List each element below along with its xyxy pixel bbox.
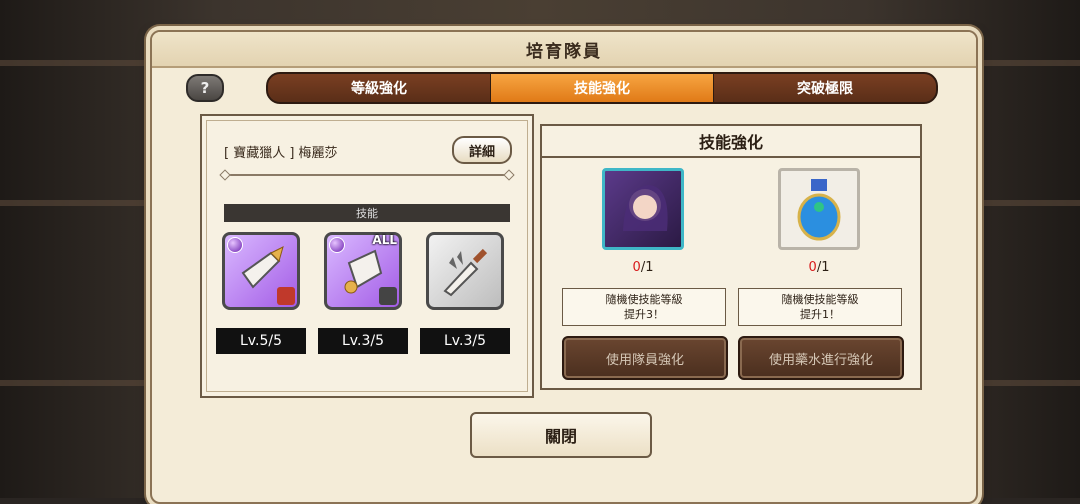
character-panel: [ 寶藏獵人 ] 梅麗莎 詳細 技能 ALL Lv.5/5 Lv.3/5 Lv.… bbox=[200, 114, 534, 398]
portrait-icon bbox=[623, 185, 668, 231]
title-bar: 培育隊員 bbox=[152, 32, 976, 68]
skill-slot-3[interactable] bbox=[426, 232, 504, 310]
element-badge-icon bbox=[379, 287, 397, 305]
divider bbox=[224, 174, 510, 176]
orb-icon bbox=[329, 237, 345, 253]
skill-level-2: Lv.3/5 bbox=[318, 328, 408, 354]
tab-level-up[interactable]: 等級強化 bbox=[268, 74, 491, 102]
skill-slot-1[interactable] bbox=[222, 232, 300, 310]
potion-icon bbox=[797, 179, 841, 241]
skills-header: 技能 bbox=[224, 204, 510, 222]
element-badge-icon bbox=[277, 287, 295, 305]
detail-button[interactable]: 詳細 bbox=[452, 136, 512, 164]
potion-item[interactable] bbox=[778, 168, 860, 250]
dialog-title: 培育隊員 bbox=[526, 41, 602, 62]
skill-level-3: Lv.3/5 bbox=[420, 328, 510, 354]
help-button[interactable]: ? bbox=[186, 74, 224, 102]
character-name: [ 寶藏獵人 ] 梅麗莎 bbox=[224, 146, 338, 161]
potion-count: 0/1 bbox=[808, 260, 830, 275]
tab-bar: 等級強化 技能強化 突破極限 bbox=[266, 72, 938, 104]
use-member-enhance-button[interactable]: 使用隊員強化 bbox=[562, 336, 728, 380]
character-effect-desc: 隨機使技能等級 提升3！ bbox=[562, 288, 726, 326]
character-portrait[interactable] bbox=[602, 168, 684, 250]
dagger-icon bbox=[443, 248, 488, 297]
use-potion-enhance-button[interactable]: 使用藥水進行強化 bbox=[738, 336, 904, 380]
character-count: 0/1 bbox=[632, 260, 654, 275]
enhance-title: 技能強化 bbox=[542, 126, 920, 158]
tab-limit-break[interactable]: 突破極限 bbox=[714, 74, 936, 102]
skill-slot-2[interactable]: ALL bbox=[324, 232, 402, 310]
tab-skill-enhance[interactable]: 技能強化 bbox=[491, 74, 714, 102]
skill-level-1: Lv.5/5 bbox=[216, 328, 306, 354]
potion-effect-desc: 隨機使技能等級 提升1！ bbox=[738, 288, 902, 326]
orb-icon bbox=[227, 237, 243, 253]
all-tag: ALL bbox=[372, 233, 397, 247]
enhance-panel: 技能強化 0/1 0/1 隨機使技能等級 提升3！ 隨機使技能等級 提升1！ 使… bbox=[540, 124, 922, 390]
close-button[interactable]: 關閉 bbox=[470, 412, 652, 458]
dialog: 培育隊員 ? 等級強化 技能強化 突破極限 [ 寶藏獵人 ] 梅麗莎 詳細 技能… bbox=[150, 30, 978, 504]
